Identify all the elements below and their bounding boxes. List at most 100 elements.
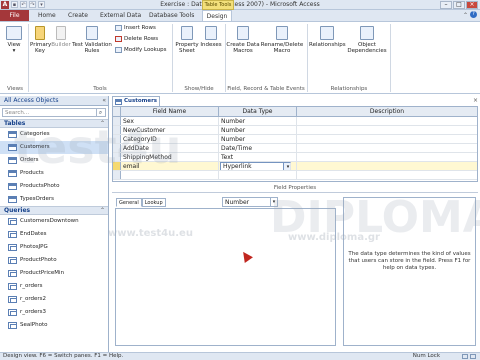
chevron-down-icon[interactable]: ▾ [270, 198, 277, 206]
maximize-button[interactable]: □ [453, 1, 465, 9]
nav-pane-header[interactable]: All Access Objects « [0, 96, 108, 106]
table-row[interactable]: NewCustomer Number [113, 126, 477, 135]
nav-item-orders[interactable]: Orders [0, 154, 108, 167]
column-header-data-type[interactable]: Data Type [219, 107, 297, 116]
view-icon [6, 26, 22, 40]
chevron-left-icon[interactable]: « [102, 96, 106, 106]
chevron-up-icon: ⌃ [99, 207, 105, 214]
nav-item-customers[interactable]: Customers [0, 141, 108, 154]
query-icon [8, 244, 17, 251]
nav-item-r-orders[interactable]: r_orders [0, 280, 108, 293]
window-controls: – □ × [440, 1, 478, 9]
help-icon[interactable]: ? [470, 11, 477, 18]
table-row[interactable]: AddDate Date/Time [113, 144, 477, 153]
navigation-pane: All Access Objects « Search... ⌕ Tables ⌃… [0, 96, 109, 352]
chevron-up-icon: ⌃ [99, 120, 105, 127]
table-icon [8, 131, 17, 138]
row-selector[interactable] [113, 144, 121, 152]
rename-macro-icon [276, 26, 288, 40]
row-selector-current[interactable] [113, 162, 121, 170]
num-lock-indicator: Num Lock [412, 353, 440, 359]
object-dependencies-button[interactable]: Object Dependencies [347, 26, 387, 54]
nav-item-productphoto[interactable]: ProductPhoto [0, 254, 108, 267]
view-button[interactable]: View ▾ [4, 26, 24, 54]
table-row[interactable]: Sex Number [113, 117, 477, 126]
nav-item-products[interactable]: Products [0, 167, 108, 180]
tab-external-data[interactable]: External Data [97, 10, 144, 21]
group-label-views: Views [7, 86, 23, 92]
nav-item-productpricemin[interactable]: ProductPriceMin [0, 267, 108, 280]
create-data-macros-button[interactable]: Create Data Macros [226, 26, 260, 54]
window-title: Exercise : Database (Access 2007) - Micr… [160, 1, 320, 8]
test-validation-rules-button[interactable]: Test Validation Rules [72, 26, 112, 54]
datasheet-view-icon[interactable] [462, 354, 468, 359]
insert-rows-button[interactable]: Insert Rows [115, 25, 156, 31]
modify-lookups-icon [115, 47, 122, 53]
nav-item-r-orders3[interactable]: r_orders3 [0, 306, 108, 319]
data-type-dropdown[interactable]: Hyperlink ▾ [219, 162, 297, 170]
table-design-grid: Field Name Data Type Description Sex Num… [112, 106, 478, 182]
row-selector[interactable] [113, 117, 121, 125]
relationships-icon [320, 26, 334, 40]
ribbon-tabs: File Home Create External Data Database … [0, 10, 480, 21]
close-document-icon[interactable]: × [473, 97, 478, 104]
close-button[interactable]: × [466, 1, 478, 9]
nav-item-r-orders2[interactable]: r_orders2 [0, 293, 108, 306]
nav-item-typesorders[interactable]: TypesOrders [0, 193, 108, 206]
nav-item-enddates[interactable]: EndDates [0, 228, 108, 241]
tab-lookup[interactable]: Lookup [141, 198, 166, 207]
table-row-current[interactable]: email Hyperlink ▾ [113, 162, 477, 171]
field-properties-title: Field Properties [112, 185, 478, 193]
delete-rows-button[interactable]: Delete Rows [115, 36, 158, 42]
search-icon[interactable]: ⌕ [96, 109, 104, 116]
nav-group-tables[interactable]: Tables ⌃ [0, 119, 108, 128]
row-selector[interactable] [113, 126, 121, 134]
modify-lookups-button[interactable]: Modify Lookups [115, 47, 167, 53]
tab-design[interactable]: Design [202, 10, 232, 21]
nav-item-categories[interactable]: Categories [0, 128, 108, 141]
indexes-icon [205, 26, 217, 40]
chevron-down-icon[interactable]: ▾ [283, 162, 291, 170]
nav-group-queries[interactable]: Queries ⌃ [0, 206, 108, 215]
tab-file[interactable]: File [0, 10, 29, 21]
property-sheet-button[interactable]: Property Sheet [174, 26, 200, 54]
table-row[interactable]: ShippingMethod Text [113, 153, 477, 162]
row-selector[interactable] [113, 135, 121, 143]
nav-item-photosjpg[interactable]: PhotosJPG [0, 241, 108, 254]
query-icon [8, 231, 17, 238]
table-row[interactable] [113, 171, 477, 180]
nav-item-customersdowntown[interactable]: CustomersDowntown [0, 215, 108, 228]
table-row[interactable]: CategoryID Number [113, 135, 477, 144]
delete-rows-icon [115, 36, 122, 42]
data-type-select[interactable]: Hyperlink [220, 162, 290, 170]
primary-key-button[interactable]: Primary Key [30, 26, 51, 54]
group-label-field-record-table-events: Field, Record & Table Events [227, 86, 305, 92]
group-label-show-hide: Show/Hide [184, 86, 214, 92]
row-selector[interactable] [113, 171, 121, 179]
tab-home[interactable]: Home [35, 10, 59, 21]
field-properties-list[interactable] [115, 208, 336, 346]
relationships-button[interactable]: Relationships [309, 26, 346, 48]
status-bar: Design view. F6 = Switch panes. F1 = Hel… [0, 352, 480, 360]
row-selector[interactable] [113, 153, 121, 161]
nav-item-productsphoto[interactable]: ProductsPhoto [0, 180, 108, 193]
document-tab-customers[interactable]: Customers [112, 96, 160, 106]
minimize-button[interactable]: – [440, 1, 452, 9]
minimize-ribbon-icon[interactable]: ⌃ [463, 12, 468, 19]
design-view-icon[interactable] [470, 354, 476, 359]
builder-button[interactable]: Builder [51, 26, 71, 48]
tab-database-tools[interactable]: Database Tools [146, 10, 197, 21]
column-header-field-name[interactable]: Field Name [121, 107, 219, 116]
view-switcher [462, 354, 476, 359]
column-header-description[interactable]: Description [297, 107, 477, 116]
macro-icon [237, 26, 249, 40]
key-icon [35, 26, 45, 40]
tab-create[interactable]: Create [65, 10, 91, 21]
field-type-tooltip[interactable]: Number ▾ [222, 197, 278, 207]
nav-search-input[interactable]: Search... ⌕ [2, 108, 106, 117]
rename-delete-macro-button[interactable]: Rename/Delete Macro [260, 26, 304, 54]
tab-general[interactable]: General [116, 198, 142, 207]
nav-item-sealphoto[interactable]: SealPhoto [0, 319, 108, 332]
query-icon [8, 296, 17, 303]
indexes-button[interactable]: Indexes [200, 26, 222, 48]
